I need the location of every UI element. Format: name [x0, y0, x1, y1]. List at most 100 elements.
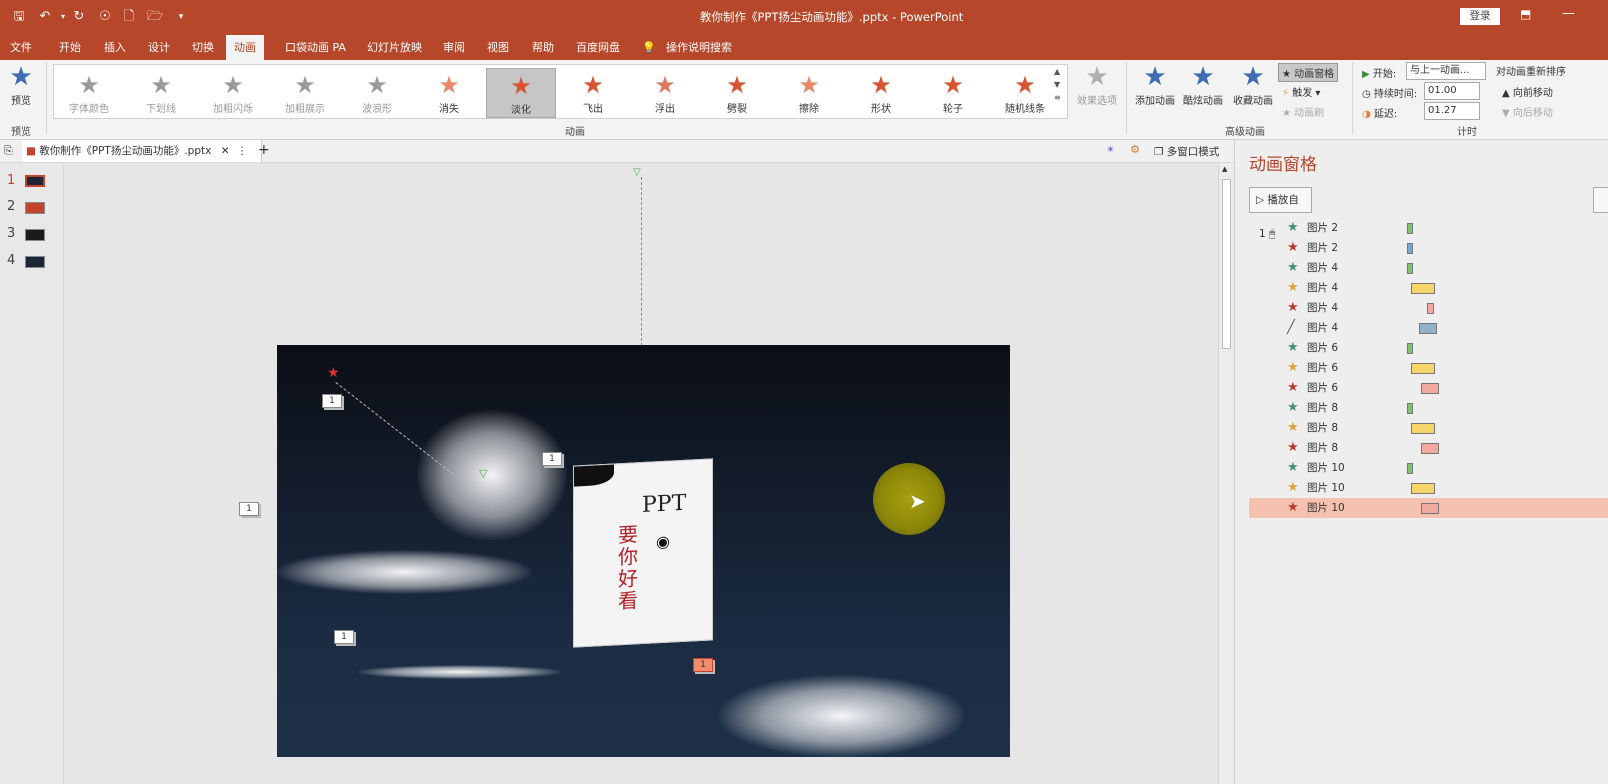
timeline-bar[interactable] — [1411, 283, 1435, 294]
tab-insert[interactable]: 插入 — [102, 38, 128, 60]
timeline-bar[interactable] — [1407, 403, 1413, 414]
animation-tag[interactable]: 1 — [542, 452, 562, 466]
animation-effect-2[interactable]: ★ 加粗闪烁 — [198, 68, 268, 118]
animation-list-item[interactable]: ★ 图片 6 — [1249, 358, 1608, 378]
animation-painter-button[interactable]: ★ 动画刷 — [1282, 104, 1324, 119]
document-tab[interactable]: ■ 教你制作《PPT扬尘动画功能》.pptx ✕ ⋮ — [22, 140, 262, 162]
animation-list-item[interactable]: ★ 图片 4 — [1249, 298, 1608, 318]
slide-thumb-1[interactable] — [25, 175, 45, 187]
timeline-bar[interactable] — [1407, 243, 1413, 254]
animation-list-item[interactable]: ★ 图片 10 — [1249, 478, 1608, 498]
timeline-bar[interactable] — [1407, 223, 1413, 234]
ai-tool-icon[interactable]: ✴ — [1106, 143, 1115, 156]
animation-list-item[interactable]: ★ 图片 2 — [1249, 218, 1608, 238]
scroll-up-icon[interactable]: ▲ — [1222, 165, 1227, 173]
animation-effect-0[interactable]: ★ 字体颜色 — [54, 68, 124, 118]
undo-icon[interactable]: ↶ — [36, 8, 54, 26]
animation-list-item[interactable]: ★ 图片 8 — [1249, 438, 1608, 458]
customize-toolbar-icon[interactable]: ▾ — [172, 8, 190, 26]
animation-list-item[interactable]: ★ 图片 2 — [1249, 238, 1608, 258]
tab-slideshow[interactable]: 幻灯片放映 — [365, 38, 424, 60]
tab-file[interactable]: 文件 — [8, 38, 34, 60]
scrollbar-thumb[interactable] — [1222, 179, 1231, 349]
move-earlier-button[interactable]: ▲ 向前移动 — [1502, 84, 1553, 99]
animation-effect-6[interactable]: ★ 淡化 — [486, 68, 556, 118]
tab-pocket-animation[interactable]: 口袋动画 PA — [283, 38, 348, 60]
animation-effect-3[interactable]: ★ 加粗展示 — [270, 68, 340, 118]
timeline-bar[interactable] — [1407, 463, 1413, 474]
timeline-bar[interactable] — [1421, 383, 1439, 394]
delay-input[interactable]: 01.27 — [1424, 102, 1480, 120]
present-icon[interactable]: ☉ — [96, 8, 114, 26]
timeline-bar[interactable] — [1421, 443, 1439, 454]
animation-list-item[interactable]: ★ 图片 4 — [1249, 258, 1608, 278]
timeline-bar[interactable] — [1411, 483, 1435, 494]
tab-animations[interactable]: 动画 — [226, 35, 264, 60]
tab-menu-icon[interactable]: ⋮ — [237, 145, 248, 157]
timeline-bar[interactable] — [1427, 303, 1435, 314]
favorite-animation-button[interactable]: ★ 收藏动画 — [1230, 62, 1276, 107]
dust-cloud[interactable] — [417, 410, 567, 540]
book-cover[interactable]: PPT 要你好看 ◉ — [573, 458, 713, 648]
timeline-bar[interactable] — [1419, 323, 1437, 334]
preview-button[interactable]: ★ 预览 — [4, 62, 38, 107]
close-tab-icon[interactable]: ✕ — [221, 145, 230, 157]
tab-baidu-netdisk[interactable]: 百度网盘 — [574, 38, 622, 60]
animation-effect-7[interactable]: ★ 飞出 — [558, 68, 628, 118]
tab-home[interactable]: 开始 — [57, 38, 83, 60]
play-from-button[interactable]: ▷ 播放自 — [1249, 187, 1312, 213]
animation-effect-4[interactable]: ★ 波浪形 — [342, 68, 412, 118]
animation-tag[interactable]: 1 — [334, 630, 354, 644]
animation-effect-5[interactable]: ★ 消失 — [414, 68, 484, 118]
ribbon-display-icon[interactable]: ⬒ — [1520, 7, 1531, 21]
trigger-button[interactable]: ⚡ 触发 ▾ — [1282, 84, 1320, 99]
animation-list-item[interactable]: ★ 图片 10 — [1249, 498, 1608, 518]
animation-effect-13[interactable]: ★ 随机线条 — [990, 68, 1060, 118]
slide-thumb-2[interactable] — [25, 202, 45, 214]
timeline-bar[interactable] — [1411, 423, 1435, 434]
animation-tag[interactable]: 1 — [322, 394, 342, 408]
animation-list-item[interactable]: ★ 图片 10 — [1249, 458, 1608, 478]
tab-view[interactable]: 视图 — [485, 38, 511, 60]
timeline-bar[interactable] — [1407, 263, 1413, 274]
dust-cloud-bottom[interactable] — [719, 675, 964, 757]
slide-thumb-3[interactable] — [25, 229, 45, 241]
slide[interactable]: ➤ ★ ▽ PPT 要你好看 ◉ 1 1 1 1 — [277, 345, 1010, 757]
timeline-bar[interactable] — [1407, 343, 1413, 354]
tab-help[interactable]: 帮助 — [530, 38, 556, 60]
timeline-bar[interactable] — [1421, 503, 1439, 514]
animation-list-item[interactable]: ★ 图片 4 — [1249, 278, 1608, 298]
timeline-bar[interactable] — [1411, 363, 1435, 374]
tab-review[interactable]: 审阅 — [441, 38, 467, 60]
login-button[interactable]: 登录 — [1460, 8, 1500, 25]
minimize-icon[interactable]: — — [1562, 6, 1575, 21]
animation-effect-11[interactable]: ★ 形状 — [846, 68, 916, 118]
animation-list-item[interactable]: ★ 图片 8 — [1249, 418, 1608, 438]
animation-pane-button[interactable]: ★ 动画窗格 — [1278, 63, 1339, 82]
animation-effect-8[interactable]: ★ 浮出 — [630, 68, 700, 118]
gallery-scroll[interactable]: ▲ ▼ ≡ — [1054, 65, 1061, 104]
animation-list-item[interactable]: ╱ 图片 4 — [1249, 318, 1608, 338]
animation-list-item[interactable]: ★ 图片 8 — [1249, 398, 1608, 418]
multi-window-button[interactable]: ❐ 多窗口模式 — [1154, 144, 1219, 159]
start-select[interactable]: 与上一动画... — [1406, 62, 1486, 80]
tab-transitions[interactable]: 切换 — [190, 38, 216, 60]
save-icon[interactable]: 🖫 — [10, 8, 28, 26]
open-folder-icon[interactable]: 🗁 — [146, 8, 164, 26]
dust-streak[interactable] — [277, 550, 532, 594]
animation-effect-10[interactable]: ★ 擦除 — [774, 68, 844, 118]
cool-animation-button[interactable]: ★ 酷炫动画 — [1180, 62, 1226, 107]
redo-icon[interactable]: ↻ — [70, 8, 88, 26]
move-later-button[interactable]: ▼ 向后移动 — [1502, 104, 1553, 119]
tab-design[interactable]: 设计 — [146, 38, 172, 60]
pane-collapse-button[interactable] — [1593, 187, 1608, 213]
animation-effect-9[interactable]: ★ 劈裂 — [702, 68, 772, 118]
slide-thumb-4[interactable] — [25, 256, 45, 268]
add-animation-button[interactable]: ★ 添加动画 — [1132, 62, 1178, 107]
effect-options-button[interactable]: ★ 效果选项 — [1072, 62, 1122, 107]
animation-tag-selected[interactable]: 1 — [693, 658, 713, 672]
animation-effect-12[interactable]: ★ 轮子 — [918, 68, 988, 118]
animation-effect-1[interactable]: ★ 下划线 — [126, 68, 196, 118]
tell-me-search[interactable]: 操作说明搜索 — [664, 38, 734, 60]
settings-icon[interactable]: ⚙ — [1130, 143, 1140, 156]
